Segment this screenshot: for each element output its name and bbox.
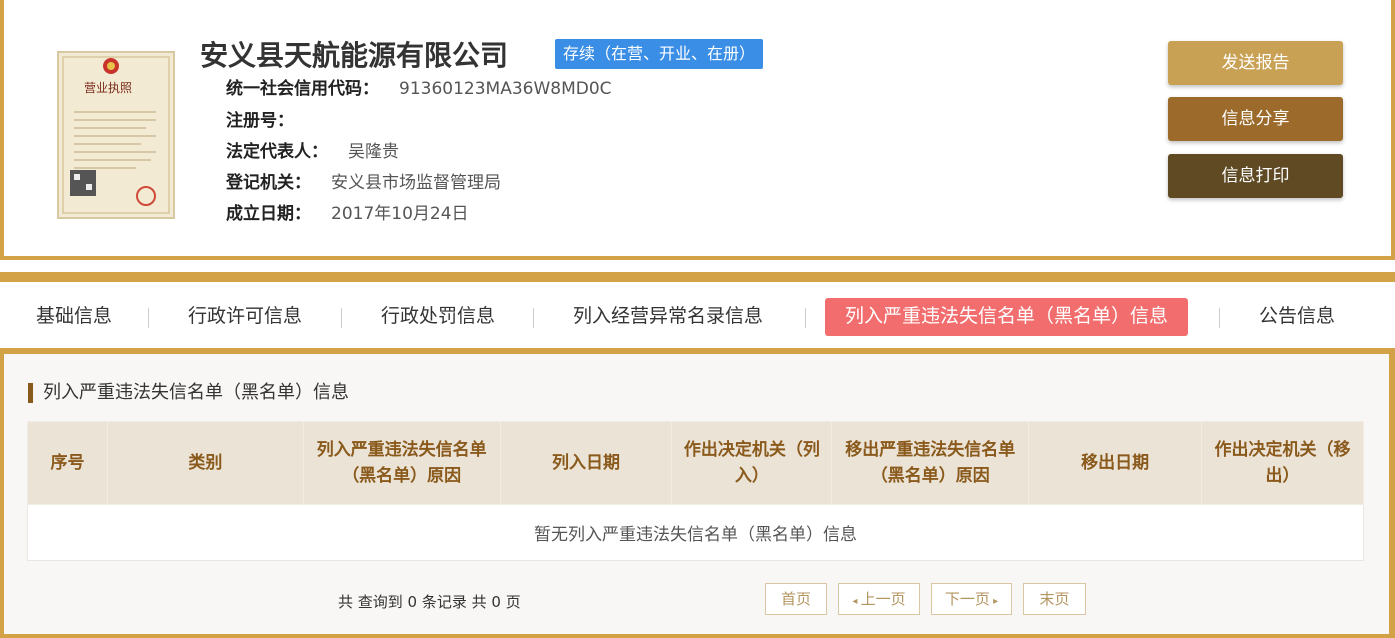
tab-blacklist[interactable]: 列入严重违法失信名单（黑名单）信息 bbox=[825, 298, 1189, 336]
empty-message: 暂无列入严重违法失信名单（黑名单）信息 bbox=[27, 504, 1364, 561]
legal-representative-value: 吴隆贵 bbox=[348, 142, 399, 162]
company-card: 营业执照 安义县天航能源有限公司 存续（在营、开业、在册） 统一社会信用代码： 9… bbox=[0, 0, 1395, 260]
credit-code-row: 统一社会信用代码： 91360123MA36W8MD0C bbox=[226, 77, 612, 101]
license-title: 营业执照 bbox=[84, 81, 132, 95]
registration-number-row: 注册号： bbox=[226, 109, 314, 133]
column-header-index: 序号 bbox=[27, 421, 108, 505]
share-info-button[interactable]: 信息分享 bbox=[1168, 97, 1343, 141]
last-page-button[interactable]: 末页 bbox=[1023, 583, 1086, 615]
credit-code-value: 91360123MA36W8MD0C bbox=[399, 79, 612, 99]
column-header-removal-date: 移出日期 bbox=[1028, 421, 1203, 505]
column-header-listing-date: 列入日期 bbox=[499, 421, 673, 505]
next-page-label: 下一页 bbox=[944, 590, 990, 608]
legal-representative-label: 法定代表人： bbox=[226, 142, 328, 162]
tab-divider bbox=[341, 308, 342, 328]
registration-authority-label: 登记机关： bbox=[226, 173, 311, 193]
company-name: 安义县天航能源有限公司 bbox=[200, 39, 509, 72]
print-info-button[interactable]: 信息打印 bbox=[1168, 154, 1343, 198]
tab-admin-penalty[interactable]: 行政处罚信息 bbox=[381, 298, 495, 336]
pagination-summary: 共 查询到 0 条记录 共 0 页 bbox=[338, 593, 521, 611]
tab-divider bbox=[533, 308, 534, 328]
column-header-category: 类别 bbox=[106, 421, 304, 505]
prev-page-button[interactable]: ◂ 上一页 bbox=[838, 583, 920, 615]
tab-divider bbox=[1219, 308, 1220, 328]
tab-abnormal-operations[interactable]: 列入经营异常名录信息 bbox=[573, 298, 763, 336]
table-row: 暂无列入严重违法失信名单（黑名单）信息 bbox=[27, 504, 1364, 561]
next-page-button[interactable]: 下一页 ▸ bbox=[931, 583, 1012, 615]
column-header-listing-authority: 作出决定机关（列入） bbox=[671, 421, 833, 505]
registration-number-label: 注册号： bbox=[226, 111, 294, 131]
chevron-right-icon: ▸ bbox=[989, 596, 999, 607]
tab-basic-info[interactable]: 基础信息 bbox=[36, 298, 112, 336]
chevron-left-icon: ◂ bbox=[852, 596, 861, 607]
tab-divider bbox=[148, 308, 149, 328]
registration-authority-value: 安义县市场监督管理局 bbox=[331, 173, 501, 193]
section-title: 列入严重违法失信名单（黑名单）信息 bbox=[28, 383, 349, 403]
tab-announcements[interactable]: 公告信息 bbox=[1259, 298, 1335, 336]
established-date-value: 2017年10月24日 bbox=[331, 204, 469, 224]
info-tabs: 基础信息 行政许可信息 行政处罚信息 列入经营异常名录信息 列入严重违法失信名单… bbox=[0, 272, 1395, 354]
tab-admin-license[interactable]: 行政许可信息 bbox=[188, 298, 302, 336]
column-header-removal-reason: 移出严重违法失信名单（黑名单）原因 bbox=[831, 421, 1030, 505]
table-header-row: 序号 类别 列入严重违法失信名单（黑名单）原因 列入日期 作出决定机关（列入） … bbox=[27, 421, 1364, 505]
established-date-row: 成立日期： 2017年10月24日 bbox=[226, 202, 469, 226]
send-report-button[interactable]: 发送报告 bbox=[1168, 41, 1343, 85]
business-license-image: 营业执照 bbox=[56, 50, 176, 220]
status-badge: 存续（在营、开业、在册） bbox=[555, 39, 764, 69]
blacklist-table: 序号 类别 列入严重违法失信名单（黑名单）原因 列入日期 作出决定机关（列入） … bbox=[27, 421, 1364, 561]
blacklist-panel: 列入严重违法失信名单（黑名单）信息 序号 类别 列入严重违法失信名单（黑名单）原… bbox=[0, 354, 1395, 638]
column-header-listing-reason: 列入严重违法失信名单（黑名单）原因 bbox=[302, 421, 501, 505]
tab-divider bbox=[805, 308, 806, 328]
legal-representative-row: 法定代表人： 吴隆贵 bbox=[226, 140, 399, 164]
first-page-button[interactable]: 首页 bbox=[765, 583, 827, 615]
column-header-removal-authority: 作出决定机关（移出） bbox=[1201, 421, 1364, 505]
prev-page-label: 上一页 bbox=[860, 590, 906, 608]
credit-code-label: 统一社会信用代码： bbox=[226, 79, 379, 99]
registration-authority-row: 登记机关： 安义县市场监督管理局 bbox=[226, 171, 501, 195]
established-date-label: 成立日期： bbox=[226, 204, 311, 224]
